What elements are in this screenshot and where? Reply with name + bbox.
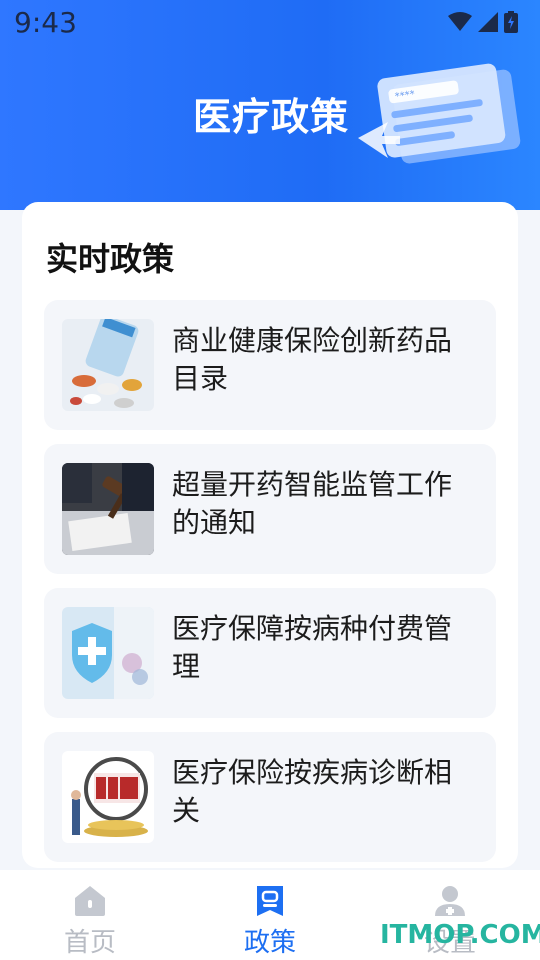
status-time: 9:43 <box>14 5 77 39</box>
tab-policy[interactable]: 政策 <box>180 870 360 960</box>
policy-item-title: 商业健康保险创新药品目录 <box>172 324 453 395</box>
policy-panel: 实时政策 商业健康保险创新药品目录 超量开药智能监管工作的通知 医疗保障按病种付… <box>22 202 518 868</box>
signal-icon <box>478 12 498 32</box>
policy-item-disease-payment[interactable]: 医疗保障按病种付费管理 <box>44 588 496 718</box>
policy-item-title: 医疗保障按病种付费管理 <box>172 612 453 683</box>
policy-item-title: 超量开药智能监管工作的通知 <box>172 468 453 539</box>
gavel-thumbnail <box>62 463 154 555</box>
policy-item-diagnosis-related[interactable]: 医疗保险按疾病诊断相关 <box>44 732 496 862</box>
policy-item-title: 医疗保险按疾病诊断相关 <box>172 756 453 827</box>
status-icons <box>448 11 518 33</box>
tab-policy-label: 政策 <box>243 928 296 958</box>
medical-shield-thumbnail <box>62 607 154 699</box>
user-settings-icon <box>435 886 465 916</box>
policy-icon <box>257 886 283 916</box>
status-bar: 9:43 <box>0 0 540 44</box>
document-illustration-icon: **** <box>358 63 521 164</box>
policy-list: 商业健康保险创新药品目录 超量开药智能监管工作的通知 医疗保障按病种付费管理 医… <box>44 300 496 868</box>
section-title: 实时政策 <box>46 240 175 278</box>
pills-thumbnail <box>62 319 154 411</box>
insurance-magnifier-thumbnail <box>62 751 154 843</box>
watermark: ITMOP.COM <box>380 920 540 950</box>
policy-item-drug-catalog[interactable]: 商业健康保险创新药品目录 <box>44 300 496 430</box>
header: 9:43 医疗政策 **** <box>0 0 540 210</box>
tab-home-label: 首页 <box>63 928 116 958</box>
wifi-icon <box>448 12 472 31</box>
home-icon <box>75 886 105 916</box>
policy-item-overdose-supervision[interactable]: 超量开药智能监管工作的通知 <box>44 444 496 574</box>
tab-home[interactable]: 首页 <box>0 870 180 960</box>
page-title: 医疗政策 <box>193 95 350 139</box>
battery-icon <box>504 11 518 33</box>
